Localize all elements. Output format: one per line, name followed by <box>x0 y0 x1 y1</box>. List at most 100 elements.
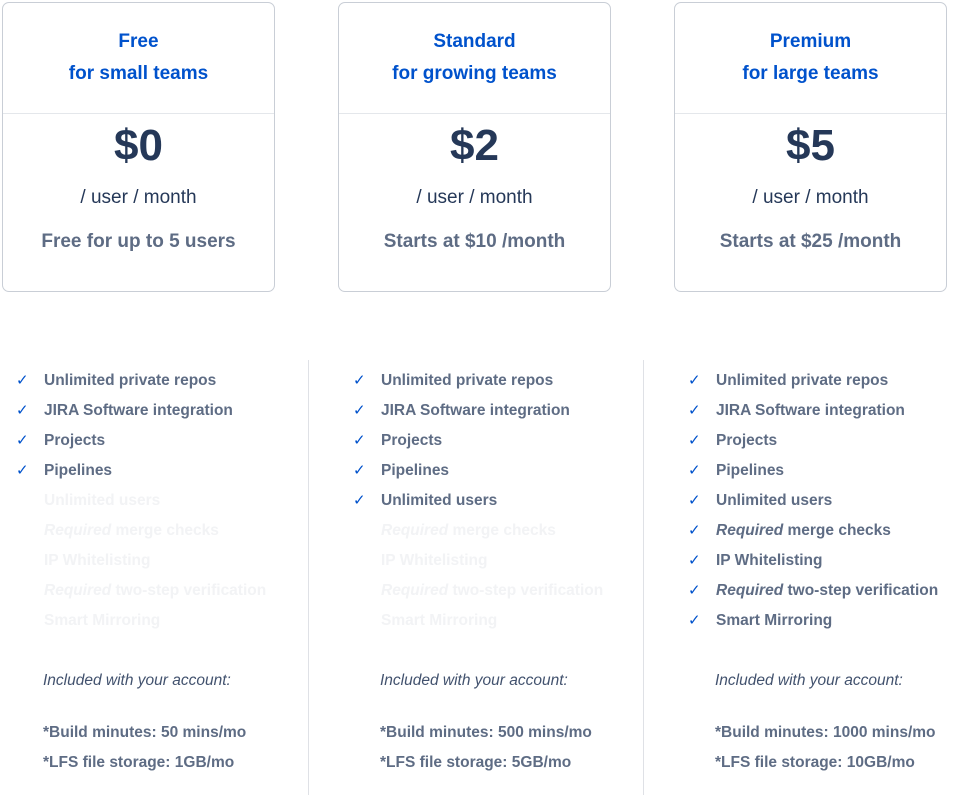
feature-text: Unlimited users <box>716 492 833 509</box>
plan-tagline: for large teams <box>742 63 879 84</box>
feature-item: ✓ JIRA Software integration <box>688 396 938 426</box>
plan-name: Standard <box>433 31 516 52</box>
feature-item: Unlimited users <box>16 486 266 516</box>
plan-name: Premium <box>769 31 852 52</box>
checkmark-icon: ✓ <box>688 582 701 599</box>
feature-qualifier: Required <box>44 522 112 539</box>
feature-list-premium: ✓ Unlimited private repos ✓ JIRA Software i… <box>688 366 938 636</box>
feature-text: Pipelines <box>716 462 785 479</box>
usage-list-standard: *Build minutes: 500 mins/mo *LFS file st… <box>380 718 592 778</box>
feature-qualifier: Required <box>716 522 784 539</box>
plan-header: Premium for large teams <box>675 3 946 114</box>
feature-item: ✓ Pipelines <box>353 456 603 486</box>
feature-item: Required merge checks <box>353 516 603 546</box>
feature-text: Smart Mirroring <box>44 612 161 629</box>
feature-item: ✓ Unlimited users <box>353 486 603 516</box>
feature-text: two-step verification <box>448 582 604 599</box>
feature-text: two-step verification <box>111 582 267 599</box>
feature-list-free: ✓ Unlimited private repos ✓ JIRA Software i… <box>16 366 266 636</box>
checkmark-icon: ✓ <box>353 492 366 509</box>
feature-text: merge checks <box>111 522 219 539</box>
feature-list-standard: ✓ Unlimited private repos ✓ JIRA Software i… <box>353 366 603 636</box>
plan-header: Free for small teams <box>3 3 274 114</box>
feature-item: ✓ Unlimited private repos <box>353 366 603 396</box>
feature-text: JIRA Software integration <box>381 402 570 419</box>
included-label: Included with your account: <box>380 672 568 689</box>
plan-card-premium: Premium for large teams $5 / user / mont… <box>674 2 947 292</box>
feature-item: ✓ Projects <box>16 426 266 456</box>
feature-text: merge checks <box>448 522 556 539</box>
column-divider <box>308 360 309 795</box>
feature-text: Projects <box>716 432 778 449</box>
feature-item: ✓ Pipelines <box>688 456 938 486</box>
build-minutes: *Build minutes: 50 mins/mo <box>43 724 247 741</box>
feature-item: ✓ Projects <box>353 426 603 456</box>
plan-name: Free <box>118 31 159 52</box>
plan-price: $0 <box>114 121 163 170</box>
usage-list-free: *Build minutes: 50 mins/mo *LFS file sto… <box>43 718 246 778</box>
plan-tagline: for small teams <box>68 63 209 84</box>
build-minutes: *Build minutes: 1000 mins/mo <box>715 724 936 741</box>
checkmark-icon: ✓ <box>688 372 701 389</box>
feature-text: Unlimited private repos <box>716 372 889 389</box>
feature-qualifier: Required <box>381 582 449 599</box>
feature-item: ✓ Pipelines <box>16 456 266 486</box>
feature-text: Unlimited users <box>381 492 498 509</box>
feature-qualifier: Required <box>716 582 784 599</box>
plan-price: $5 <box>786 121 835 170</box>
feature-text: JIRA Software integration <box>716 402 905 419</box>
feature-item: ✓ Required two-step verification <box>688 576 938 606</box>
usage-list-premium: *Build minutes: 1000 mins/mo *LFS file s… <box>715 718 936 778</box>
lfs-storage: *LFS file storage: 5GB/mo <box>380 754 572 771</box>
feature-text: Unlimited users <box>44 492 161 509</box>
build-minutes: *Build minutes: 500 mins/mo <box>380 724 592 741</box>
feature-item: IP Whitelisting <box>16 546 266 576</box>
feature-item: ✓ Required merge checks <box>688 516 938 546</box>
plan-card-standard: Standard for growing teams $2 / user / m… <box>338 2 611 292</box>
checkmark-icon: ✓ <box>688 462 701 479</box>
feature-item: IP Whitelisting <box>353 546 603 576</box>
checkmark-icon: ✓ <box>353 432 366 449</box>
checkmark-icon: ✓ <box>688 492 701 509</box>
checkmark-icon: ✓ <box>16 462 29 479</box>
plan-tagline: for growing teams <box>392 63 557 84</box>
feature-text: Unlimited private repos <box>44 372 217 389</box>
feature-qualifier: Required <box>381 522 449 539</box>
feature-item: ✓ JIRA Software integration <box>16 396 266 426</box>
plan-card-free: Free for small teams $0 / user / month F… <box>2 2 275 292</box>
plan-price-unit: / user / month <box>416 187 533 208</box>
feature-text: Unlimited private repos <box>381 372 554 389</box>
feature-text: two-step verification <box>783 582 939 599</box>
feature-item: Required two-step verification <box>16 576 266 606</box>
feature-item: ✓ JIRA Software integration <box>353 396 603 426</box>
checkmark-icon: ✓ <box>353 372 366 389</box>
checkmark-icon: ✓ <box>688 432 701 449</box>
feature-item: Smart Mirroring <box>16 606 266 636</box>
column-divider <box>643 360 644 795</box>
checkmark-icon: ✓ <box>688 612 701 629</box>
feature-text: merge checks <box>783 522 891 539</box>
feature-item: Required two-step verification <box>353 576 603 606</box>
feature-item: ✓ Unlimited private repos <box>688 366 938 396</box>
included-label: Included with your account: <box>43 672 231 689</box>
plan-price-unit: / user / month <box>80 187 197 208</box>
plan-header: Standard for growing teams <box>339 3 610 114</box>
plan-note: Starts at $25 /month <box>719 231 902 252</box>
plan-note: Free for up to 5 users <box>41 231 236 252</box>
checkmark-icon: ✓ <box>688 402 701 419</box>
feature-text: Smart Mirroring <box>381 612 498 629</box>
feature-text: Smart Mirroring <box>716 612 833 629</box>
checkmark-icon: ✓ <box>688 552 701 569</box>
feature-text: Pipelines <box>381 462 450 479</box>
feature-item: ✓ Unlimited private repos <box>16 366 266 396</box>
checkmark-icon: ✓ <box>688 522 701 539</box>
plan-price: $2 <box>450 121 499 170</box>
checkmark-icon: ✓ <box>16 402 29 419</box>
feature-text: IP Whitelisting <box>716 552 823 569</box>
checkmark-icon: ✓ <box>16 432 29 449</box>
lfs-storage: *LFS file storage: 10GB/mo <box>715 754 915 771</box>
feature-text: JIRA Software integration <box>44 402 233 419</box>
feature-item: ✓ Projects <box>688 426 938 456</box>
feature-text: Projects <box>381 432 443 449</box>
feature-qualifier: Required <box>44 582 112 599</box>
